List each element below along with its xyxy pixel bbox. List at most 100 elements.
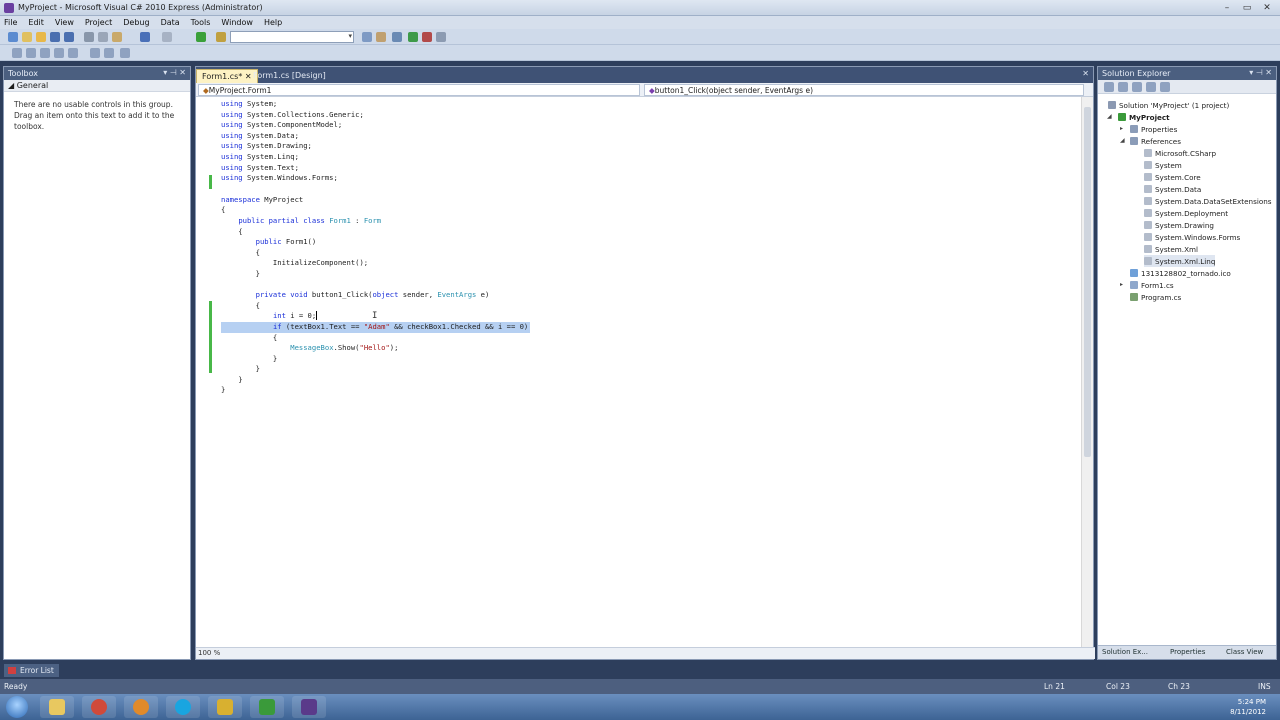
tree-node-reference[interactable]: System.Xml [1144,243,1198,255]
system-clock[interactable]: 5:24 PM 8/11/2012 [1230,697,1266,717]
tree-node-form1[interactable]: Form1.cs [1130,279,1174,291]
pin-icon[interactable]: ▾ ⊣ ✕ [1249,68,1272,77]
tab-class-view[interactable]: Class View [1226,648,1263,656]
start-page-icon[interactable] [436,32,446,42]
error-list-tab[interactable]: Error List [4,664,59,677]
save-all-icon[interactable] [64,32,74,42]
tree-node-solution[interactable]: Solution 'MyProject' (1 project) [1108,99,1229,111]
object-browser-icon[interactable] [408,32,418,42]
taskbar-chrome[interactable] [82,696,116,718]
code-line: } [221,375,243,384]
taskbar-terminal[interactable] [250,696,284,718]
menu-tools[interactable]: Tools [191,18,211,27]
clock-date: 8/11/2012 [1230,708,1266,716]
paste-icon[interactable] [112,32,122,42]
tree-node-program[interactable]: Program.cs [1130,291,1181,303]
pin-icon[interactable]: ▾ ⊣ ✕ [163,68,186,77]
taskbar-firefox[interactable] [124,696,158,718]
undo-icon[interactable] [140,32,150,42]
solution-explorer-icon[interactable] [376,32,386,42]
tree-node-reference[interactable]: System [1144,159,1182,171]
tree-node-reference[interactable]: System.Windows.Forms [1144,231,1240,243]
tab-properties[interactable]: Properties [1170,648,1205,656]
tree-node-reference[interactable]: System.Core [1144,171,1201,183]
open-file-icon[interactable] [36,32,46,42]
uncomment-icon[interactable] [104,48,114,58]
code-line: } [221,269,260,278]
view-code-icon[interactable] [1146,82,1156,92]
tree-node-reference[interactable]: System.Deployment [1144,207,1228,219]
bookmark-icon[interactable] [120,48,130,58]
indent-icon[interactable] [68,48,78,58]
tree-node-icon-file[interactable]: 1313128802_tornado.ico [1130,267,1231,279]
properties-icon[interactable] [392,32,402,42]
show-all-files-icon[interactable] [1118,82,1128,92]
expander-icon[interactable]: ◢ [1107,113,1112,120]
menu-file[interactable]: File [4,18,17,27]
code-area[interactable]: using System; using System.Collections.G… [196,97,1081,647]
tree-node-properties[interactable]: Properties [1130,123,1177,135]
find-in-files-icon[interactable] [362,32,372,42]
menu-view[interactable]: View [55,18,74,27]
scroll-thumb[interactable] [1084,107,1091,457]
menu-edit[interactable]: Edit [28,18,44,27]
tree-node-reference[interactable]: System.Drawing [1144,219,1214,231]
param-info-icon[interactable] [26,48,36,58]
member-dropdown[interactable]: ◆button1_Click(object sender, EventArgs … [644,84,1084,96]
toolbox-icon[interactable] [422,32,432,42]
find-icon[interactable] [216,32,226,42]
text-editor-toolbar [0,45,1280,61]
new-project-icon[interactable] [8,32,18,42]
add-item-icon[interactable] [22,32,32,42]
copy-icon[interactable] [98,32,108,42]
menu-help[interactable]: Help [264,18,282,27]
taskbar-visual-studio[interactable] [292,696,326,718]
tree-node-reference[interactable]: System.Data [1144,183,1201,195]
tab-solution-explorer[interactable]: Solution Ex... [1102,648,1148,656]
skype-icon [175,699,191,715]
taskbar-skype[interactable] [166,696,200,718]
find-combo[interactable]: ▾ [230,31,354,43]
minimize-button[interactable]: – [1218,2,1236,14]
cut-icon[interactable] [84,32,94,42]
member-dropdown-value: button1_Click(object sender, EventArgs e… [654,86,813,95]
close-button[interactable]: ✕ [1258,2,1276,14]
close-icon[interactable]: ✕ [1082,69,1089,78]
save-icon[interactable] [50,32,60,42]
maximize-button[interactable]: ▭ [1238,2,1256,14]
menu-project[interactable]: Project [85,18,112,27]
tab-form1-design[interactable]: Form1.cs [Design] [248,69,331,83]
comment-icon[interactable] [90,48,100,58]
taskbar-app[interactable] [208,696,242,718]
menu-debug[interactable]: Debug [123,18,149,27]
view-designer-icon[interactable] [1160,82,1170,92]
expander-icon[interactable]: ◢ [1120,137,1125,144]
properties-icon[interactable] [1104,82,1114,92]
refresh-icon[interactable] [1132,82,1142,92]
firefox-icon [133,699,149,715]
expander-icon[interactable]: ▸ [1120,125,1123,132]
tree-node-reference[interactable]: System.Xml.Linq [1144,255,1216,267]
type-dropdown[interactable]: ◆MyProject.Form1 [198,84,640,96]
code-line: private void button1_Click(object sender… [255,290,490,299]
word-completion-icon[interactable] [40,48,50,58]
expander-icon[interactable]: ▸ [1120,281,1123,288]
menu-data[interactable]: Data [161,18,180,27]
taskbar-explorer[interactable] [40,696,74,718]
tree-node-project[interactable]: MyProject [1118,111,1170,123]
status-col: Col 23 [1106,682,1130,691]
horizontal-scrollbar[interactable]: 100 % [196,647,1095,659]
tree-node-reference[interactable]: Microsoft.CSharp [1144,147,1216,159]
toolbox-group[interactable]: ◢ General [4,80,190,92]
menu-window[interactable]: Window [221,18,253,27]
start-debugging-icon[interactable] [196,32,206,42]
app-icon [217,699,233,715]
quick-info-icon[interactable] [12,48,22,58]
redo-icon[interactable] [162,32,172,42]
tree-node-reference[interactable]: System.Data.DataSetExtensions [1144,195,1272,207]
tree-node-references[interactable]: References [1130,135,1181,147]
start-button[interactable] [6,696,28,718]
outdent-icon[interactable] [54,48,64,58]
zoom-level[interactable]: 100 % [198,649,220,657]
vertical-scrollbar[interactable] [1081,97,1093,647]
